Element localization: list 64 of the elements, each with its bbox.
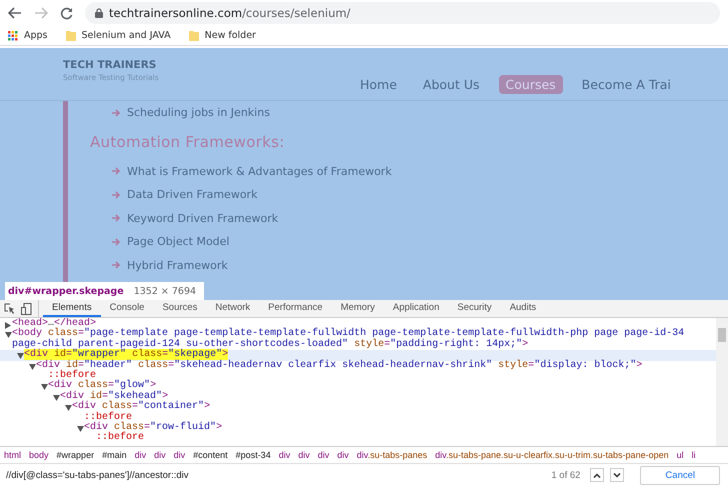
expanded-triangle-icon[interactable] bbox=[40, 384, 48, 392]
dom-node-line[interactable]: <div class="glow"> bbox=[48, 381, 156, 392]
bookmark-link[interactable]: Selenium and JAVA bbox=[82, 30, 171, 41]
section-heading: Automation Frameworks: bbox=[90, 132, 286, 150]
arrow-icon bbox=[112, 261, 121, 270]
dom-node-line[interactable]: <div class="container"> bbox=[72, 402, 210, 413]
url-text: techtrainersonline.com/courses/selenium/ bbox=[109, 6, 350, 20]
scrollbar[interactable] bbox=[716, 318, 728, 446]
reload-icon[interactable] bbox=[60, 6, 73, 20]
devtools-tab[interactable]: Console bbox=[100, 300, 154, 317]
breadcrumb-item[interactable]: div bbox=[337, 450, 349, 460]
expanded-triangle-icon[interactable] bbox=[76, 426, 84, 434]
breadcrumb-item[interactable]: div bbox=[174, 450, 186, 460]
caret-down-icon bbox=[613, 472, 622, 478]
next-match-button[interactable] bbox=[610, 468, 624, 482]
lock-icon bbox=[95, 8, 103, 18]
arrow-icon bbox=[112, 214, 121, 222]
expanded-triangle-icon[interactable] bbox=[28, 364, 36, 371]
breadcrumb-item[interactable]: #content bbox=[193, 450, 228, 460]
arrow-icon bbox=[112, 190, 121, 199]
breadcrumb-item[interactable]: div bbox=[318, 450, 330, 460]
breadcrumb-item[interactable]: div.su-tabs-pane.su-u-clearfix.su-u-trim.su-tabs-pane-open bbox=[435, 450, 669, 460]
arrow-icon bbox=[112, 167, 121, 176]
breadcrumb-item[interactable]: #main bbox=[102, 450, 127, 460]
inspect-cursor-icon[interactable] bbox=[4, 303, 15, 314]
devtools-tab[interactable]: Performance bbox=[259, 300, 332, 317]
breadcrumb-item[interactable]: div bbox=[298, 450, 310, 460]
devtools-tab[interactable]: Memory bbox=[332, 300, 384, 317]
breadcrumb-item[interactable]: #post-34 bbox=[236, 450, 271, 460]
devtools-tab[interactable]: Security bbox=[448, 300, 501, 317]
breadcrumb-item[interactable]: li bbox=[692, 450, 696, 460]
expanded-triangle-icon[interactable] bbox=[16, 353, 24, 360]
expanded-triangle-icon[interactable] bbox=[4, 332, 12, 340]
expanded-triangle-icon[interactable] bbox=[64, 405, 72, 412]
previous-match-button[interactable] bbox=[590, 468, 604, 482]
element-size: 1352 × 7694 bbox=[134, 286, 196, 297]
device-toolbar-icon[interactable] bbox=[21, 302, 32, 314]
breadcrumb-item[interactable]: body bbox=[29, 450, 49, 460]
arrow-icon bbox=[112, 108, 121, 117]
devtools-tab[interactable]: Network bbox=[206, 300, 260, 317]
devtools-tab[interactable]: Sources bbox=[153, 300, 206, 317]
dom-node-line[interactable]: ::before bbox=[96, 433, 144, 444]
devtools-tab[interactable]: Audits bbox=[500, 300, 546, 317]
breadcrumb-item[interactable]: ul bbox=[676, 450, 684, 460]
breadcrumb-item[interactable]: div bbox=[134, 450, 146, 460]
breadcrumb-item[interactable]: html bbox=[4, 450, 22, 460]
collapsed-triangle-icon[interactable] bbox=[4, 322, 12, 329]
expanded-triangle-icon[interactable] bbox=[52, 394, 60, 402]
arrow-icon bbox=[112, 238, 121, 246]
devtools-tab[interactable]: Application bbox=[384, 300, 448, 317]
back-arrow-icon[interactable] bbox=[8, 7, 22, 19]
breadcrumb-item[interactable]: div bbox=[154, 450, 166, 460]
element-selector: div#wrapper.skepage bbox=[8, 286, 124, 297]
match-count: 1 of 62 bbox=[551, 470, 580, 480]
address-bar[interactable]: techtrainersonline.com/courses/selenium/ bbox=[85, 2, 720, 24]
cancel-button[interactable]: Cancel bbox=[640, 466, 720, 484]
caret-up-icon bbox=[593, 472, 602, 478]
bookmark-link[interactable]: Apps bbox=[24, 30, 48, 41]
breadcrumb-item[interactable]: div bbox=[278, 450, 290, 460]
breadcrumb-item[interactable]: #wrapper bbox=[56, 450, 94, 460]
apps-grid-icon[interactable] bbox=[8, 30, 18, 40]
breadcrumb-item[interactable]: div.su-tabs-panes bbox=[356, 450, 428, 460]
bookmark-link[interactable]: New folder bbox=[204, 30, 256, 41]
devtools-tab[interactable]: Elements bbox=[43, 300, 101, 317]
